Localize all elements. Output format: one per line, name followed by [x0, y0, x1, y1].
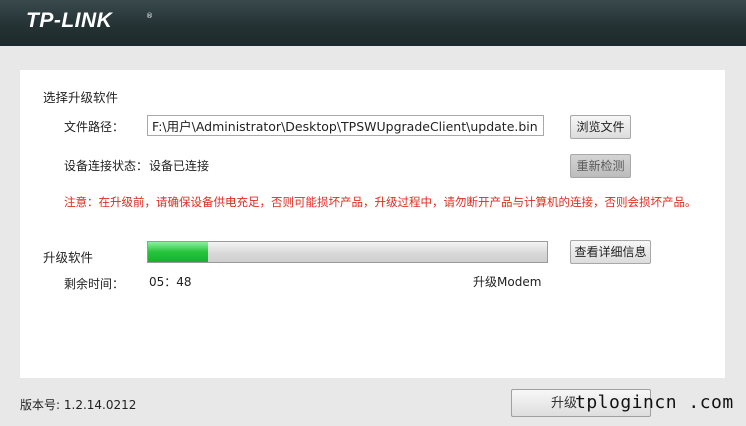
- upgrade-panel: 选择升级软件 文件路径： 浏览文件 设备连接状态： 设备已连接 重新检测 注意：…: [20, 70, 725, 378]
- watermark: tplogincn .com: [575, 392, 734, 413]
- version-value: 1.2.14.0212: [63, 398, 137, 412]
- device-status-label: 设备连接状态：: [64, 159, 149, 173]
- section-title: 选择升级软件: [43, 90, 119, 105]
- tp-link-logo: TP-LINK: [26, 9, 113, 32]
- warning-message: 注意：在升级前，请确保设备供电充足，否则可能损坏产品，升级过程中，请勿断开产品与…: [64, 195, 697, 209]
- remaining-time-value: 05：48: [149, 275, 192, 289]
- progress-fill: [148, 242, 208, 262]
- trademark-symbol: ®: [146, 12, 153, 20]
- file-path-label: 文件路径：: [64, 120, 125, 134]
- version-info: 版本号: 1.2.14.0212: [20, 396, 136, 413]
- view-details-button[interactable]: 查看详细信息: [570, 240, 651, 264]
- version-label: 版本号:: [20, 398, 61, 412]
- browse-file-button[interactable]: 浏览文件: [570, 115, 631, 139]
- upgrade-progress-bar: [147, 241, 548, 263]
- progress-label: 升级软件: [43, 250, 94, 265]
- app-header: TP-LINK ®: [0, 0, 746, 46]
- device-status-value: 设备已连接: [149, 159, 210, 173]
- file-path-input[interactable]: [147, 115, 544, 136]
- redetect-button[interactable]: 重新检测: [570, 154, 631, 178]
- remaining-time-label: 剩余时间：: [64, 277, 125, 291]
- upgrade-status-text: 升级Modem: [473, 275, 542, 289]
